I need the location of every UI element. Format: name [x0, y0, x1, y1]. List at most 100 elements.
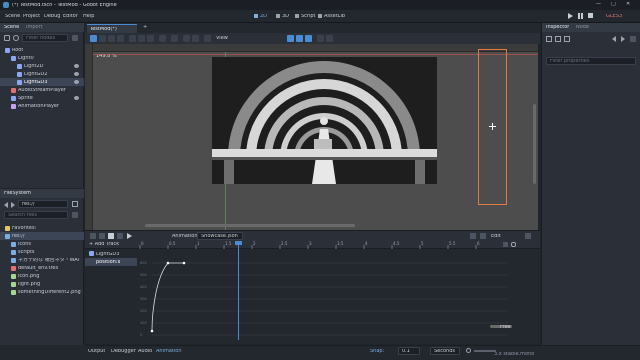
- tab-inspector[interactable]: Inspector: [546, 25, 569, 30]
- save-resource-icon[interactable]: [564, 36, 570, 42]
- visibility-icon[interactable]: [74, 96, 79, 100]
- onion-skin-icon[interactable]: [480, 233, 486, 239]
- tab-import[interactable]: Import: [26, 25, 43, 30]
- file-item-wat[interactable]: ネガテ的な 場合ネタ・WAT: [0, 256, 84, 264]
- tree-item-lightgd2[interactable]: LightGD2: [0, 70, 84, 78]
- insert-key-icon[interactable]: [317, 35, 324, 42]
- play-backwards-icon[interactable]: [90, 233, 96, 239]
- menu-scene[interactable]: Scene: [5, 14, 20, 19]
- playhead-handle[interactable]: [235, 241, 242, 245]
- timeline-zoom-slider[interactable]: [474, 350, 496, 352]
- back-icon[interactable]: [4, 202, 8, 208]
- scene-tab-testmod[interactable]: TestMod(*): [87, 24, 137, 33]
- pan-tool-icon[interactable]: [147, 35, 154, 42]
- snap-label[interactable]: Snap:: [370, 349, 384, 354]
- split-mode-icon[interactable]: [72, 201, 78, 207]
- play-backwards-start-icon[interactable]: [99, 233, 105, 239]
- history-back-icon[interactable]: [612, 36, 616, 42]
- bezier-curve[interactable]: 0 100 200 300 400 500 600: [138, 257, 508, 340]
- key-scale-icon[interactable]: [305, 35, 312, 42]
- tree-item-animationplayer[interactable]: AnimationPlayer: [0, 102, 84, 110]
- viewport-vscrollbar[interactable]: [533, 104, 536, 184]
- bezier-keyframe-point[interactable]: [182, 261, 186, 265]
- add-track-button[interactable]: + Add Track: [89, 242, 119, 247]
- tab-scene[interactable]: Scene: [4, 25, 19, 30]
- favorites-item[interactable]: Favorites:: [0, 224, 84, 232]
- rotate-tool-icon[interactable]: [108, 35, 115, 42]
- tree-item-light0[interactable]: Light0: [0, 54, 84, 62]
- scale-tool-icon[interactable]: [117, 35, 124, 42]
- loop-icon[interactable]: [511, 242, 516, 247]
- bezier-keyframe-point[interactable]: [150, 329, 154, 333]
- maximize-button[interactable]: □: [611, 2, 616, 7]
- key-rotation-icon[interactable]: [296, 35, 303, 42]
- free-mode-button[interactable]: Free: [500, 325, 511, 330]
- menu-editor[interactable]: Editor: [63, 14, 78, 19]
- forward-icon[interactable]: [11, 202, 15, 208]
- file-item-default-env[interactable]: default_env.tres: [0, 264, 84, 272]
- edit-menu[interactable]: Edit: [491, 234, 501, 239]
- tree-item-root[interactable]: Root: [0, 46, 84, 54]
- tree-item-light2d[interactable]: Light2D: [0, 62, 84, 70]
- path-field[interactable]: res://: [18, 200, 68, 208]
- skeleton-icon[interactable]: [204, 35, 211, 42]
- add-node-icon[interactable]: [4, 35, 10, 41]
- tree-item-sprite[interactable]: Sprite: [0, 94, 84, 102]
- menu-help[interactable]: Help: [83, 14, 94, 19]
- group-icon[interactable]: [192, 35, 199, 42]
- new-resource-icon[interactable]: [546, 36, 552, 42]
- bottom-tab-output[interactable]: Output: [88, 349, 105, 354]
- animation-selector[interactable]: Showcase.json: [197, 232, 243, 240]
- visibility-icon[interactable]: [74, 72, 79, 76]
- autoplay-icon[interactable]: [470, 233, 476, 239]
- file-item-root[interactable]: res://: [0, 232, 84, 240]
- load-resource-icon[interactable]: [555, 36, 561, 42]
- sort-icon[interactable]: [72, 212, 78, 218]
- pin-icon[interactable]: [525, 233, 531, 239]
- new-scene-tab-button[interactable]: +: [143, 25, 147, 30]
- bezier-keyframe-point[interactable]: [166, 261, 170, 265]
- file-search-input[interactable]: Search files: [4, 211, 68, 219]
- bottom-tab-audio[interactable]: Audio: [138, 349, 152, 354]
- tree-item-audiostreamplayer[interactable]: AudioStreamPlayer: [0, 86, 84, 94]
- file-item-icon-png[interactable]: icon.png: [0, 272, 84, 280]
- time-units-select[interactable]: Seconds: [430, 347, 460, 355]
- lock-icon[interactable]: [183, 35, 190, 42]
- ruler-tool-icon[interactable]: [159, 35, 166, 42]
- file-item-light-png[interactable]: light.png: [0, 280, 84, 288]
- inspector-filter-input[interactable]: Filter properties: [546, 57, 636, 65]
- close-button[interactable]: ✕: [626, 2, 630, 7]
- bottom-tab-animation[interactable]: Animation: [156, 349, 182, 354]
- bottom-tab-debugger[interactable]: Debugger: [111, 349, 136, 354]
- file-item-something-png[interactable]: somethingDifferent2.png: [0, 288, 84, 296]
- stop-icon[interactable]: [588, 13, 593, 18]
- playhead[interactable]: [238, 242, 239, 340]
- link-icon[interactable]: [13, 35, 19, 41]
- workspace-3d[interactable]: 3D: [282, 14, 289, 19]
- key-position-icon[interactable]: [287, 35, 294, 42]
- scene-filter-input[interactable]: Filter nodes: [22, 34, 68, 42]
- light-gizmo-icon[interactable]: [489, 123, 496, 130]
- play-start-icon[interactable]: [117, 233, 123, 239]
- file-item-icons[interactable]: icons: [0, 240, 84, 248]
- key-options-icon[interactable]: [326, 35, 333, 42]
- tab-node[interactable]: Node: [576, 25, 589, 30]
- menu-project[interactable]: Project: [23, 14, 40, 19]
- visibility-icon[interactable]: [74, 64, 79, 68]
- visibility-icon[interactable]: [74, 80, 79, 84]
- canvas-viewport[interactable]: 149.8 %: [85, 44, 538, 230]
- snap-value-input[interactable]: 0.1: [398, 347, 420, 355]
- tree-item-lightgd3[interactable]: LightGD3: [0, 78, 84, 86]
- snap-toggle-icon[interactable]: [171, 35, 178, 42]
- play-animation-icon[interactable]: [127, 233, 132, 239]
- timeline-ruler[interactable]: 0 0.5 1 1.5 2 2.5 3 3.5 4 4.5 5 5.5 6: [138, 240, 508, 249]
- track-row-position-x[interactable]: position:x: [85, 258, 137, 266]
- play-icon[interactable]: [568, 13, 573, 19]
- workspace-script[interactable]: Script: [301, 14, 316, 19]
- stop-animation-icon[interactable]: [108, 233, 114, 239]
- list-select-icon[interactable]: [129, 35, 136, 42]
- workspace-assetlib[interactable]: AssetLib: [324, 14, 345, 19]
- bezier-curve-path[interactable]: [151, 262, 184, 332]
- history-list-icon[interactable]: [630, 36, 636, 42]
- bezier-graph[interactable]: 0 100 200 300 400 500 600: [138, 257, 508, 340]
